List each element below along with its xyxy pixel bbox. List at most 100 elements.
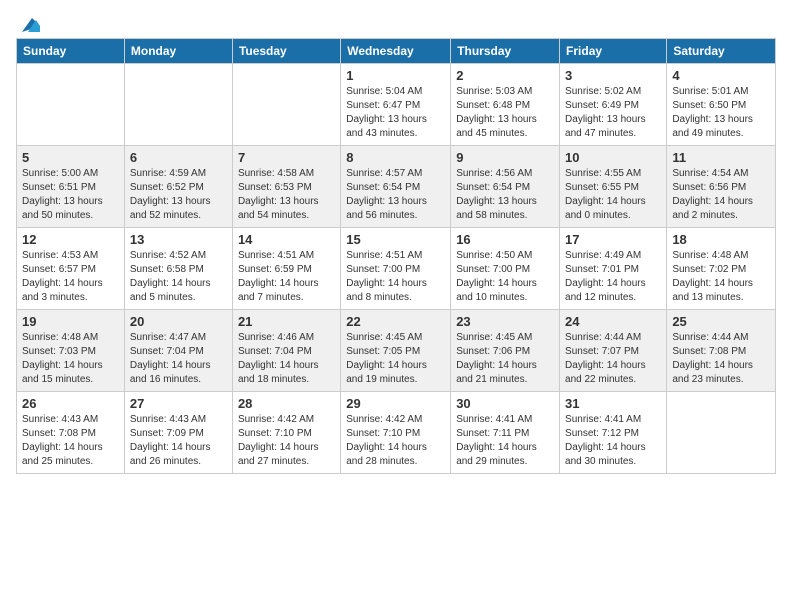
calendar-cell: 12 Sunrise: 4:53 AM Sunset: 6:57 PM Dayli… (17, 228, 125, 310)
day-number: 28 (238, 396, 335, 411)
calendar-cell: 21Sunrise: 4:46 AM Sunset: 7:04 PM Dayli… (232, 310, 340, 392)
calendar-header-row: SundayMondayTuesdayWednesdayThursdayFrid… (17, 39, 776, 64)
calendar-cell (232, 64, 340, 146)
day-info: Sunrise: 4:54 AM Sunset: 6:56 PM Dayligh… (672, 167, 770, 223)
calendar-cell: 22 Sunrise: 4:45 AM Sunset: 7:05 PM Dayli… (341, 310, 451, 392)
day-number: 9 (456, 150, 554, 165)
calendar-cell: 23 Sunrise: 4:45 AM Sunset: 7:06 PM Dayli… (451, 310, 560, 392)
day-number: 8 (346, 150, 445, 165)
day-info: Sunrise: 4:47 AM Sunset: 7:04 PM Dayligh… (130, 331, 227, 387)
day-number: 7 (238, 150, 335, 165)
day-info: Sunrise: 4:44 AM Sunset: 7:07 PM Dayligh… (565, 331, 661, 387)
day-number: 29 (346, 396, 445, 411)
calendar-cell: 28Sunrise: 4:42 AM Sunset: 7:10 PM Dayli… (232, 392, 340, 474)
day-number: 12 (22, 232, 119, 247)
calendar-cell: 11 Sunrise: 4:54 AM Sunset: 6:56 PM Dayli… (667, 146, 776, 228)
calendar-cell: 13 Sunrise: 4:52 AM Sunset: 6:58 PM Dayli… (124, 228, 232, 310)
day-info: Sunrise: 4:52 AM Sunset: 6:58 PM Dayligh… (130, 249, 227, 305)
day-number: 30 (456, 396, 554, 411)
calendar-cell: 10Sunrise: 4:55 AM Sunset: 6:55 PM Dayli… (560, 146, 667, 228)
calendar-cell: 14Sunrise: 4:51 AM Sunset: 6:59 PM Dayli… (232, 228, 340, 310)
calendar-cell: 20 Sunrise: 4:47 AM Sunset: 7:04 PM Dayli… (124, 310, 232, 392)
day-info: Sunrise: 4:43 AM Sunset: 7:08 PM Dayligh… (22, 413, 119, 469)
weekday-header-sunday: Sunday (17, 39, 125, 64)
day-info: Sunrise: 4:51 AM Sunset: 6:59 PM Dayligh… (238, 249, 335, 305)
calendar-cell (17, 64, 125, 146)
day-info: Sunrise: 4:56 AM Sunset: 6:54 PM Dayligh… (456, 167, 554, 223)
day-number: 16 (456, 232, 554, 247)
calendar-cell: 31 Sunrise: 4:41 AM Sunset: 7:12 PM Dayli… (560, 392, 667, 474)
calendar-cell (124, 64, 232, 146)
calendar-cell: 9 Sunrise: 4:56 AM Sunset: 6:54 PM Daylig… (451, 146, 560, 228)
calendar-cell: 18 Sunrise: 4:48 AM Sunset: 7:02 PM Dayli… (667, 228, 776, 310)
calendar-cell: 25 Sunrise: 4:44 AM Sunset: 7:08 PM Dayli… (667, 310, 776, 392)
day-info: Sunrise: 4:48 AM Sunset: 7:02 PM Dayligh… (672, 249, 770, 305)
day-info: Sunrise: 5:02 AM Sunset: 6:49 PM Dayligh… (565, 85, 661, 141)
calendar-cell: 7 Sunrise: 4:58 AM Sunset: 6:53 PM Daylig… (232, 146, 340, 228)
calendar-week-row: 1 Sunrise: 5:04 AM Sunset: 6:47 PM Daylig… (17, 64, 776, 146)
calendar-week-row: 5Sunrise: 5:00 AM Sunset: 6:51 PM Daylig… (17, 146, 776, 228)
day-info: Sunrise: 4:51 AM Sunset: 7:00 PM Dayligh… (346, 249, 445, 305)
day-number: 13 (130, 232, 227, 247)
logo (16, 16, 42, 30)
calendar-cell: 24 Sunrise: 4:44 AM Sunset: 7:07 PM Dayli… (560, 310, 667, 392)
calendar-cell: 26 Sunrise: 4:43 AM Sunset: 7:08 PM Dayli… (17, 392, 125, 474)
day-number: 26 (22, 396, 119, 411)
day-number: 31 (565, 396, 661, 411)
calendar-cell: 27Sunrise: 4:43 AM Sunset: 7:09 PM Dayli… (124, 392, 232, 474)
day-info: Sunrise: 5:03 AM Sunset: 6:48 PM Dayligh… (456, 85, 554, 141)
day-number: 11 (672, 150, 770, 165)
day-info: Sunrise: 4:44 AM Sunset: 7:08 PM Dayligh… (672, 331, 770, 387)
calendar-week-row: 19Sunrise: 4:48 AM Sunset: 7:03 PM Dayli… (17, 310, 776, 392)
day-info: Sunrise: 4:50 AM Sunset: 7:00 PM Dayligh… (456, 249, 554, 305)
weekday-header-thursday: Thursday (451, 39, 560, 64)
day-number: 19 (22, 314, 119, 329)
day-info: Sunrise: 5:00 AM Sunset: 6:51 PM Dayligh… (22, 167, 119, 223)
day-info: Sunrise: 5:04 AM Sunset: 6:47 PM Dayligh… (346, 85, 445, 141)
day-info: Sunrise: 4:53 AM Sunset: 6:57 PM Dayligh… (22, 249, 119, 305)
day-info: Sunrise: 4:49 AM Sunset: 7:01 PM Dayligh… (565, 249, 661, 305)
day-number: 17 (565, 232, 661, 247)
day-info: Sunrise: 4:58 AM Sunset: 6:53 PM Dayligh… (238, 167, 335, 223)
calendar-cell: 17 Sunrise: 4:49 AM Sunset: 7:01 PM Dayli… (560, 228, 667, 310)
calendar-cell: 30 Sunrise: 4:41 AM Sunset: 7:11 PM Dayli… (451, 392, 560, 474)
day-number: 15 (346, 232, 445, 247)
day-info: Sunrise: 4:43 AM Sunset: 7:09 PM Dayligh… (130, 413, 227, 469)
day-number: 20 (130, 314, 227, 329)
day-info: Sunrise: 4:45 AM Sunset: 7:06 PM Dayligh… (456, 331, 554, 387)
logo-icon (18, 16, 40, 34)
day-info: Sunrise: 4:41 AM Sunset: 7:11 PM Dayligh… (456, 413, 554, 469)
day-number: 24 (565, 314, 661, 329)
day-number: 23 (456, 314, 554, 329)
day-number: 18 (672, 232, 770, 247)
calendar-cell: 8 Sunrise: 4:57 AM Sunset: 6:54 PM Daylig… (341, 146, 451, 228)
day-number: 10 (565, 150, 661, 165)
calendar-week-row: 26 Sunrise: 4:43 AM Sunset: 7:08 PM Dayli… (17, 392, 776, 474)
day-info: Sunrise: 4:45 AM Sunset: 7:05 PM Dayligh… (346, 331, 445, 387)
weekday-header-tuesday: Tuesday (232, 39, 340, 64)
calendar-cell: 19Sunrise: 4:48 AM Sunset: 7:03 PM Dayli… (17, 310, 125, 392)
day-info: Sunrise: 4:59 AM Sunset: 6:52 PM Dayligh… (130, 167, 227, 223)
day-info: Sunrise: 4:57 AM Sunset: 6:54 PM Dayligh… (346, 167, 445, 223)
header (16, 16, 776, 30)
calendar-cell: 1 Sunrise: 5:04 AM Sunset: 6:47 PM Daylig… (341, 64, 451, 146)
calendar-cell: 15 Sunrise: 4:51 AM Sunset: 7:00 PM Dayli… (341, 228, 451, 310)
day-number: 6 (130, 150, 227, 165)
calendar-cell: 5Sunrise: 5:00 AM Sunset: 6:51 PM Daylig… (17, 146, 125, 228)
day-number: 22 (346, 314, 445, 329)
calendar-cell: 4Sunrise: 5:01 AM Sunset: 6:50 PM Daylig… (667, 64, 776, 146)
day-number: 2 (456, 68, 554, 83)
calendar-week-row: 12 Sunrise: 4:53 AM Sunset: 6:57 PM Dayli… (17, 228, 776, 310)
day-number: 25 (672, 314, 770, 329)
calendar-cell: 16 Sunrise: 4:50 AM Sunset: 7:00 PM Dayli… (451, 228, 560, 310)
day-number: 1 (346, 68, 445, 83)
weekday-header-saturday: Saturday (667, 39, 776, 64)
calendar: SundayMondayTuesdayWednesdayThursdayFrid… (16, 38, 776, 474)
day-number: 21 (238, 314, 335, 329)
calendar-cell: 29Sunrise: 4:42 AM Sunset: 7:10 PM Dayli… (341, 392, 451, 474)
calendar-cell (667, 392, 776, 474)
day-number: 3 (565, 68, 661, 83)
weekday-header-monday: Monday (124, 39, 232, 64)
day-info: Sunrise: 4:41 AM Sunset: 7:12 PM Dayligh… (565, 413, 661, 469)
calendar-cell: 2 Sunrise: 5:03 AM Sunset: 6:48 PM Daylig… (451, 64, 560, 146)
